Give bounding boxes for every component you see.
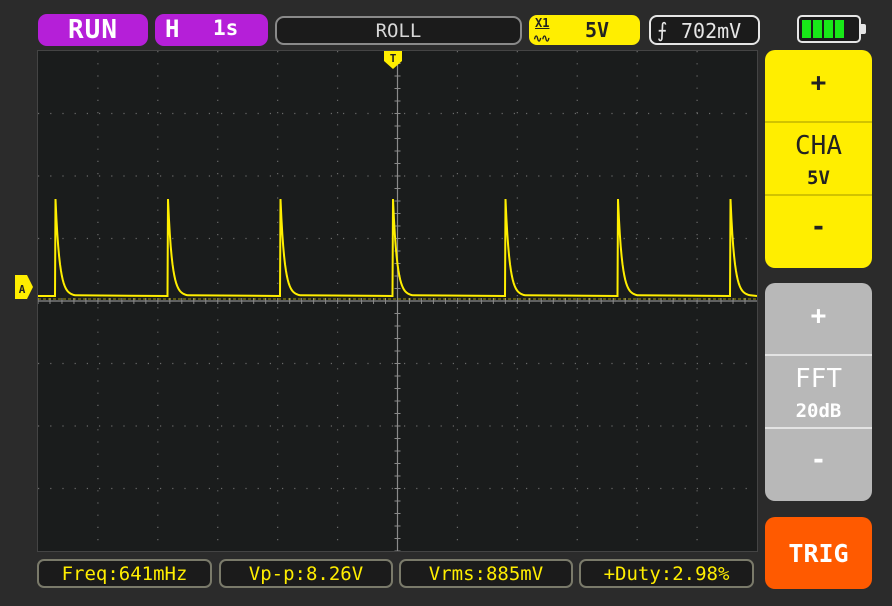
- fft-scale-down-button[interactable]: -: [765, 445, 872, 475]
- trigger-position-marker[interactable]: T: [383, 50, 403, 70]
- probe-coupling-label: X1: [535, 16, 550, 30]
- cha-value: 5V: [807, 167, 830, 189]
- channel-scale-value: 5V: [585, 18, 610, 42]
- battery-cell: [835, 20, 844, 38]
- vrms-measurement[interactable]: Vrms:885mV: [399, 559, 573, 588]
- dc-coupling-icon: ∿∿: [533, 32, 550, 45]
- battery-cap: [861, 24, 866, 34]
- horizontal-label: H: [165, 15, 180, 43]
- channel-scale-badge[interactable]: X1 ∿∿ 5V: [529, 15, 640, 45]
- channel-a-ground-marker[interactable]: A: [14, 274, 34, 300]
- frequency-measurement[interactable]: Freq:641mHz: [37, 559, 212, 588]
- timebase-value: 1s: [213, 16, 239, 40]
- trigger-marker-label: T: [390, 52, 397, 65]
- channel-a-panel: + CHA 5V -: [765, 50, 872, 268]
- trigger-button[interactable]: TRIG: [765, 517, 872, 589]
- battery-cell: [824, 20, 833, 38]
- duty-measurement[interactable]: +Duty:2.98%: [579, 559, 754, 588]
- battery-cell: [802, 20, 811, 38]
- trigger-level-value: 702mV: [681, 19, 742, 43]
- cha-scale-readout[interactable]: CHA 5V: [765, 121, 872, 196]
- cha-title: CHA: [795, 131, 842, 161]
- battery-cell: [813, 20, 822, 38]
- vpp-measurement[interactable]: Vp-p:8.26V: [219, 559, 393, 588]
- cha-scale-down-button[interactable]: -: [765, 212, 872, 242]
- cha-scale-up-button[interactable]: +: [765, 68, 872, 98]
- fft-scale-up-button[interactable]: +: [765, 301, 872, 331]
- run-status-badge[interactable]: RUN: [38, 14, 148, 46]
- graticule: [38, 51, 757, 551]
- timebase-badge[interactable]: H 1s: [155, 14, 268, 46]
- fft-scale-readout[interactable]: FFT 20dB: [765, 354, 872, 429]
- channel-marker-label: A: [19, 283, 26, 296]
- fft-value: 20dB: [795, 400, 842, 422]
- acquisition-mode[interactable]: ROLL: [275, 16, 522, 45]
- battery-icon: [797, 15, 866, 43]
- waveform-display[interactable]: [37, 50, 758, 552]
- fft-title: FFT: [795, 364, 842, 394]
- trigger-level-badge[interactable]: ⨍ 702mV: [649, 15, 760, 45]
- fft-panel: + FFT 20dB -: [765, 283, 872, 501]
- rising-edge-icon: ⨍: [657, 18, 668, 42]
